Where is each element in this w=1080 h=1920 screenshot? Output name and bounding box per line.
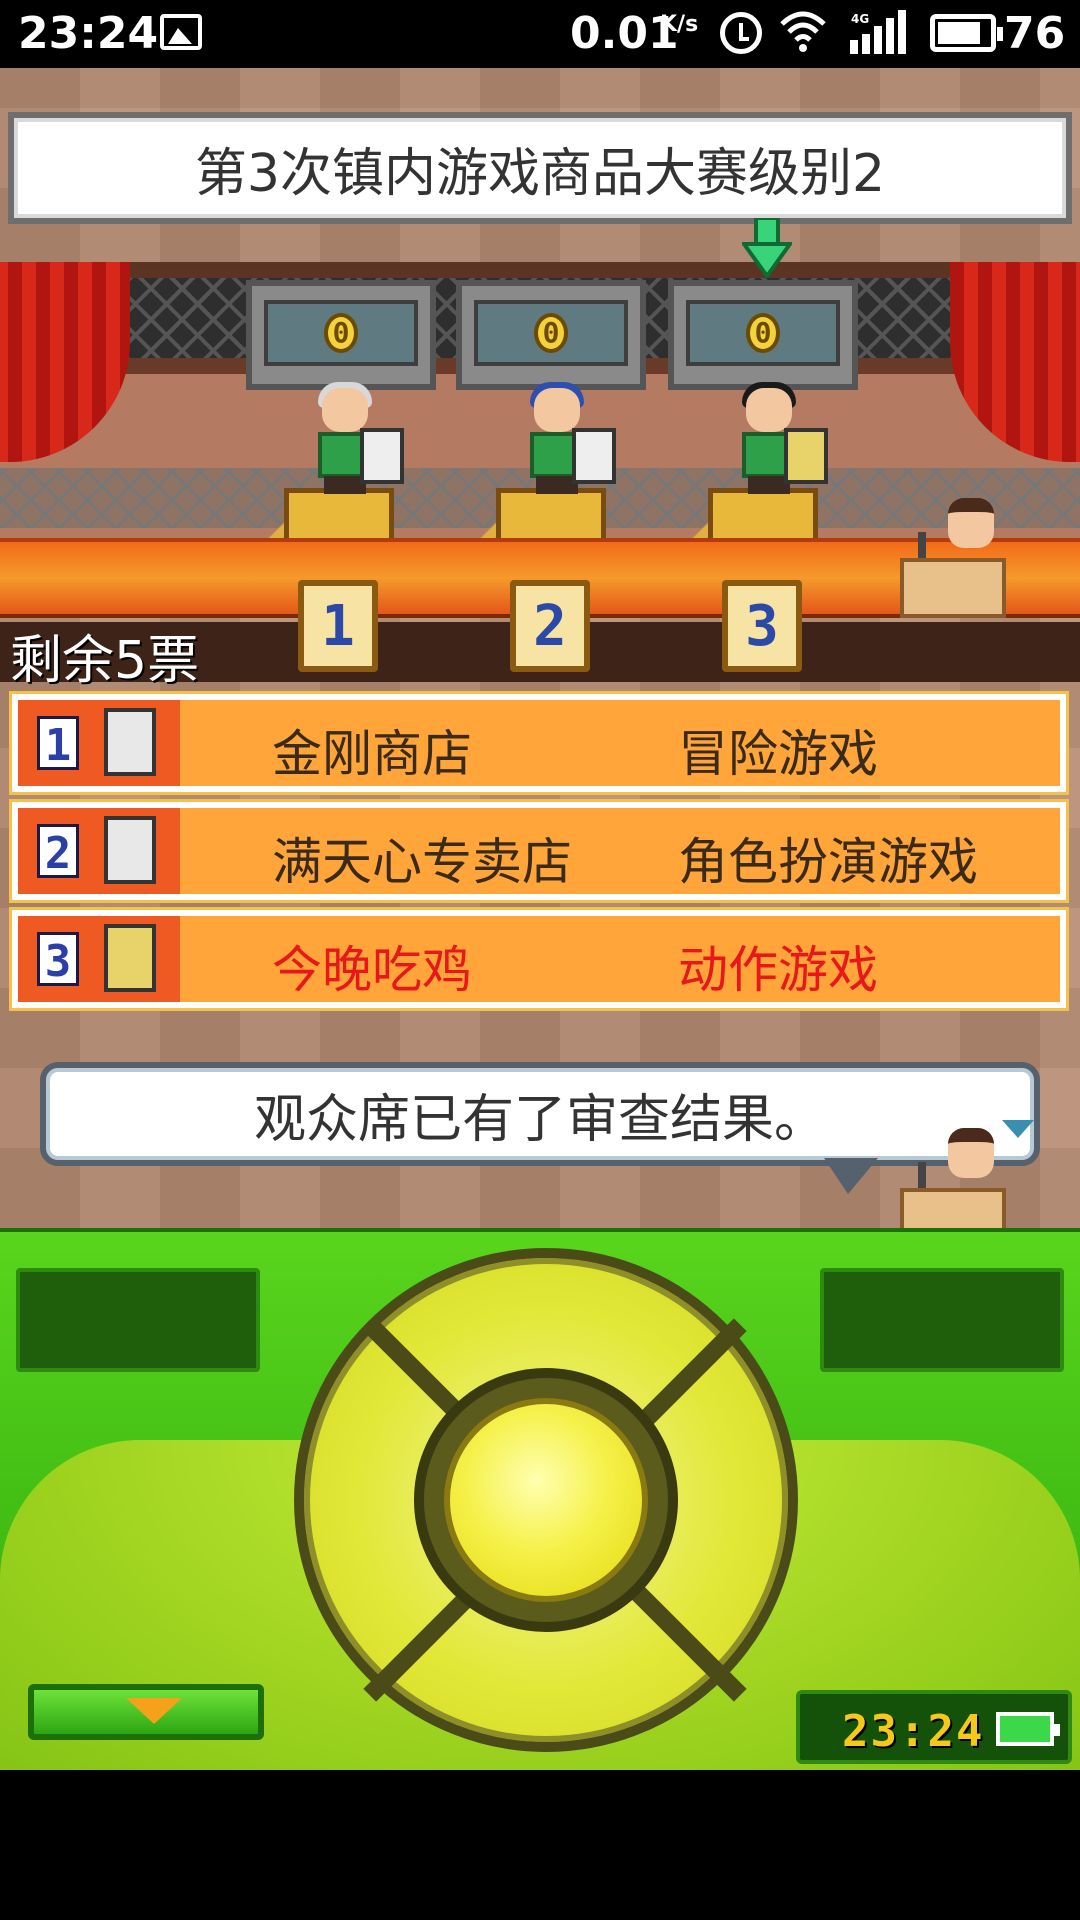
battery-icon — [930, 14, 1003, 52]
game-card-icon — [104, 708, 156, 776]
image-icon — [160, 14, 202, 50]
vote-button-1[interactable]: 1 — [298, 580, 378, 672]
selection-arrow-icon — [742, 218, 792, 278]
game-scene: 第3次镇内游戏商品大赛级别2 0 0 0 1 2 3 剩余5票 1 金刚商店 冒… — [0, 68, 1080, 1228]
announcer-speaker — [900, 1128, 1010, 1228]
battery-icon — [996, 1712, 1060, 1746]
vote-number-1: 1 — [321, 593, 355, 659]
entry-number: 2 — [37, 824, 79, 879]
game-card-icon — [104, 924, 156, 992]
entry-store: 满天心专卖店 — [272, 833, 572, 891]
collapse-button[interactable] — [28, 1684, 264, 1740]
entry-genre: 冒险游戏 — [678, 725, 878, 783]
dialog-box[interactable]: 观众席已有了审查结果。 — [40, 1062, 1040, 1166]
contestant-1 — [300, 382, 404, 498]
entry-store: 金刚商店 — [272, 725, 472, 783]
entry-genre: 角色扮演游戏 — [678, 833, 978, 891]
entry-number: 3 — [37, 932, 79, 987]
contestant-3 — [724, 382, 828, 498]
vote-number-3: 3 — [745, 593, 779, 659]
scoreboard-2: 0 — [456, 280, 646, 390]
controller-clock: 23:24 — [796, 1690, 1072, 1764]
confirm-button[interactable] — [444, 1398, 648, 1602]
chevron-down-icon — [126, 1698, 182, 1724]
bottom-bar — [0, 1770, 1080, 1920]
game-card-icon — [360, 428, 404, 484]
entry-genre: 动作游戏 — [678, 941, 878, 999]
contest-title: 第3次镇内游戏商品大赛级别2 — [194, 143, 886, 204]
vote-button-2[interactable]: 2 — [510, 580, 590, 672]
battery-level: 76 — [1004, 8, 1066, 59]
score-1: 0 — [324, 313, 358, 353]
entry-row-1[interactable]: 1 金刚商店 冒险游戏 — [12, 694, 1066, 792]
contest-title-banner: 第3次镇内游戏商品大赛级别2 — [8, 112, 1072, 224]
entry-row-2[interactable]: 2 满天心专卖店 角色扮演游戏 — [12, 802, 1066, 900]
vote-button-3[interactable]: 3 — [722, 580, 802, 672]
scoreboard-3: 0 — [668, 280, 858, 390]
game-card-icon — [104, 816, 156, 884]
network-speed-unit: K/s — [660, 12, 699, 37]
status-time: 23:24 — [18, 8, 159, 59]
dialog-tail — [824, 1158, 878, 1194]
status-bar: 23:24 0.01 K/s 4G 76 — [0, 0, 1080, 68]
clock-time: 23:24 — [842, 1706, 985, 1757]
left-slot — [16, 1268, 260, 1372]
game-card-icon — [572, 428, 616, 484]
scoreboard-1: 0 — [246, 280, 436, 390]
network-type: 4G — [851, 12, 870, 26]
dialog-message: 观众席已有了审查结果。 — [253, 1089, 826, 1150]
score-2: 0 — [534, 313, 568, 353]
right-slot — [820, 1268, 1064, 1372]
wifi-icon — [780, 11, 826, 52]
vote-number-2: 2 — [533, 593, 567, 659]
votes-remaining: 剩余5票 — [10, 631, 200, 691]
score-3: 0 — [746, 313, 780, 353]
entry-row-3[interactable]: 3 今晚吃鸡 动作游戏 — [12, 910, 1066, 1008]
game-card-icon — [784, 428, 828, 484]
entry-number: 1 — [37, 716, 79, 771]
contestant-2 — [512, 382, 616, 498]
alarm-icon — [720, 12, 762, 54]
announcer — [900, 498, 1010, 618]
entry-store: 今晚吃鸡 — [272, 941, 472, 999]
